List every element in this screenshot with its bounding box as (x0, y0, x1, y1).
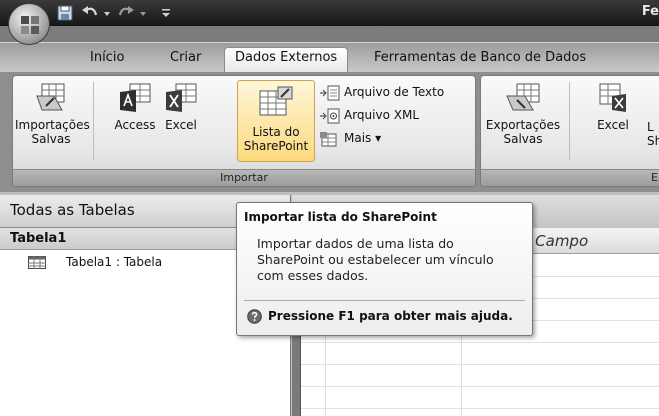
undo-icon[interactable] (80, 3, 100, 23)
tab-ferramentas-banco-de-dados[interactable]: Ferramentas de Banco de Dados (364, 48, 596, 72)
saved-imports-label-2: Salvas (31, 132, 71, 146)
tooltip-help-text: Pressione F1 para obter mais ajuda. (268, 309, 513, 323)
redo-dropdown-icon[interactable] (138, 3, 148, 23)
export-group-label: E (481, 169, 659, 186)
import-sharepoint-list-button[interactable]: Lista do SharePoint (237, 80, 315, 162)
import-excel-button[interactable]: Excel (161, 82, 201, 142)
import-access-button[interactable]: Access (113, 82, 157, 142)
title-bar: Fe (0, 0, 659, 26)
separator (93, 82, 94, 160)
sharepoint-list-tooltip: Importar lista do SharePoint Importar da… (236, 202, 533, 336)
sharepoint-label-2: SharePoint (243, 139, 309, 153)
help-icon (247, 309, 262, 324)
table-icon (28, 256, 46, 269)
separator (569, 82, 570, 160)
tab-criar[interactable]: Criar (160, 48, 211, 72)
office-logo-icon (21, 16, 39, 34)
xml-file-icon (320, 108, 340, 123)
saved-exports-icon (506, 83, 540, 111)
saved-imports-button[interactable]: Importações Salvas (15, 82, 90, 150)
customize-icon[interactable] (160, 3, 172, 23)
nav-item-label: Tabela1 : Tabela (66, 255, 163, 269)
sharepoint-label-1: Lista do (252, 125, 300, 139)
text-file-icon (320, 85, 340, 100)
import-group: Importações Salvas Access Excel Lista do… (12, 75, 476, 187)
saved-exports-label-2: Salvas (503, 132, 543, 146)
export-sharepoint-label-1: L (647, 120, 654, 134)
undo-dropdown-icon[interactable] (102, 3, 112, 23)
tooltip-separator (244, 300, 525, 301)
access-label: Access (114, 118, 156, 132)
quick-access-toolbar (56, 3, 206, 23)
excel-label: Excel (165, 118, 197, 132)
tooltip-help-line: Pressione F1 para obter mais ajuda. (247, 309, 513, 324)
window-title: Fe (641, 4, 659, 19)
save-icon[interactable] (56, 3, 74, 23)
export-sharepoint-button[interactable]: L Sh (647, 120, 659, 150)
saved-imports-icon (36, 83, 65, 111)
excel-icon (166, 83, 197, 112)
export-excel-icon (599, 83, 626, 112)
import-group-label: Importar (13, 169, 475, 186)
tab-inicio[interactable]: Início (80, 48, 134, 72)
xml-file-label: Arquivo XML (344, 108, 420, 122)
tooltip-description: Importar dados de uma lista do SharePoin… (257, 236, 494, 283)
saved-exports-button[interactable]: Exportações Salvas (485, 82, 561, 150)
tooltip-title: Importar lista do SharePoint (244, 210, 437, 224)
more-label: Mais ▾ (344, 131, 382, 145)
saved-imports-label-1: Importações (15, 118, 90, 132)
export-sharepoint-label-2: Sh (647, 134, 659, 148)
tab-dados-externos[interactable]: Dados Externos (224, 47, 349, 73)
import-xml-file-button[interactable]: Arquivo XML (319, 105, 419, 125)
office-button[interactable] (8, 3, 50, 45)
saved-exports-label-1: Exportações (485, 118, 561, 132)
export-excel-button[interactable]: Excel (591, 82, 635, 142)
ribbon-tab-bar: Início Criar Dados Externos Ferramentas … (0, 26, 659, 73)
import-text-file-button[interactable]: Arquivo de Texto (319, 82, 444, 102)
text-file-label: Arquivo de Texto (344, 85, 445, 99)
import-more-button[interactable]: Mais ▾ (319, 128, 381, 148)
more-formats-icon (320, 131, 337, 146)
ribbon: Importações Salvas Access Excel Lista do… (0, 72, 659, 192)
export-excel-label: Excel (597, 118, 629, 132)
export-group: Exportações Salvas Excel L Sh E (480, 75, 659, 187)
access-icon (120, 83, 151, 112)
redo-icon[interactable] (116, 3, 136, 23)
sharepoint-list-icon (259, 86, 293, 116)
